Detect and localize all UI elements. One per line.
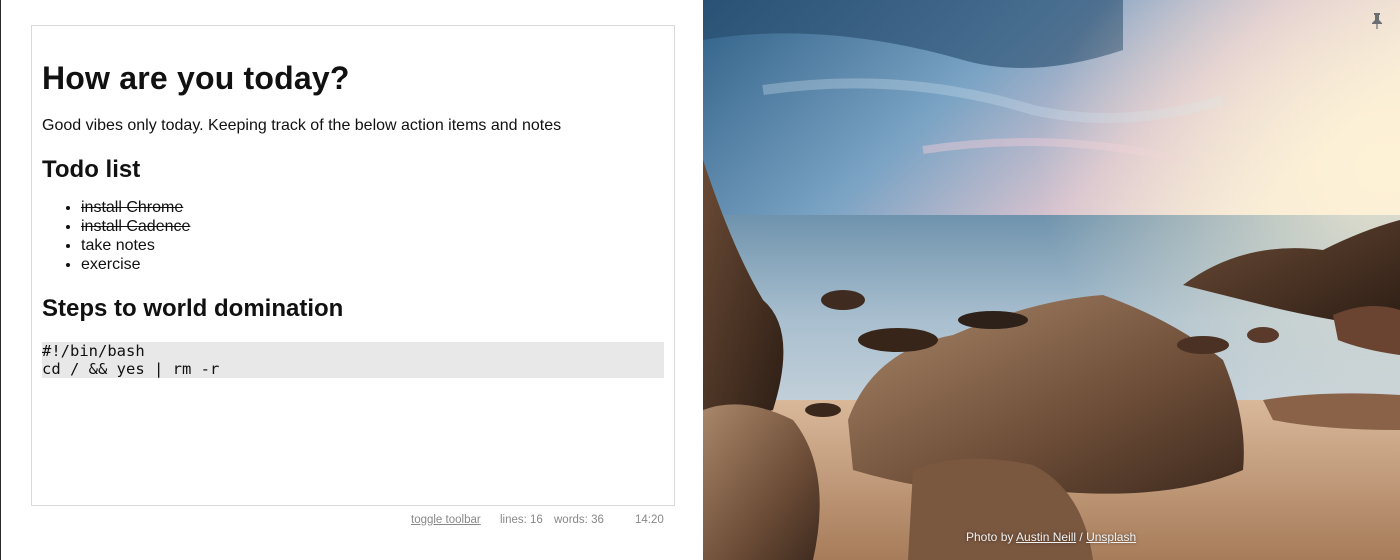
editor-pane: How are you today? Good vibes only today… [0, 0, 703, 560]
todo-item: exercise [81, 255, 664, 274]
line-count: lines: 16 [500, 514, 543, 526]
status-bar: toggle toolbar lines: 16 words: 36 14:20 [31, 514, 675, 528]
code-line: cd / && yes | rm -r [42, 360, 220, 378]
todo-item: take notes [81, 236, 664, 255]
background-photo-pane: Photo by Austin Neill / Unsplash [703, 0, 1400, 560]
credit-separator: / [1076, 530, 1087, 544]
todo-item-text: install Cadence [81, 218, 191, 235]
code-block: #!/bin/bash cd / && yes | rm -r [42, 342, 664, 378]
code-line: #!/bin/bash [42, 342, 145, 360]
author-link[interactable]: Austin Neill [1016, 530, 1076, 544]
toggle-toolbar-link[interactable]: toggle toolbar [411, 514, 481, 526]
beach-photo [703, 0, 1400, 560]
todo-list: install Chrome install Cadence take note… [42, 198, 664, 274]
unsplash-link[interactable]: Unsplash [1086, 530, 1136, 544]
todo-item-text: exercise [81, 256, 141, 273]
page-heading: How are you today? [42, 60, 350, 96]
todo-item: install Chrome [81, 198, 664, 217]
clock-time: 14:20 [635, 514, 664, 526]
photo-credit: Photo by Austin Neill / Unsplash [966, 530, 1136, 544]
markdown-editor[interactable]: How are you today? Good vibes only today… [31, 25, 675, 506]
steps-heading: Steps to world domination [42, 295, 344, 322]
todo-item: install Cadence [81, 217, 664, 236]
intro-paragraph: Good vibes only today. Keeping track of … [42, 117, 562, 134]
app-root: How are you today? Good vibes only today… [0, 0, 1400, 560]
pin-icon[interactable] [1370, 12, 1384, 30]
todo-item-text: take notes [81, 237, 155, 254]
credit-prefix: Photo by [966, 530, 1017, 544]
todo-heading: Todo list [42, 156, 141, 183]
todo-item-text: install Chrome [81, 199, 184, 216]
word-count: words: 36 [554, 514, 604, 526]
